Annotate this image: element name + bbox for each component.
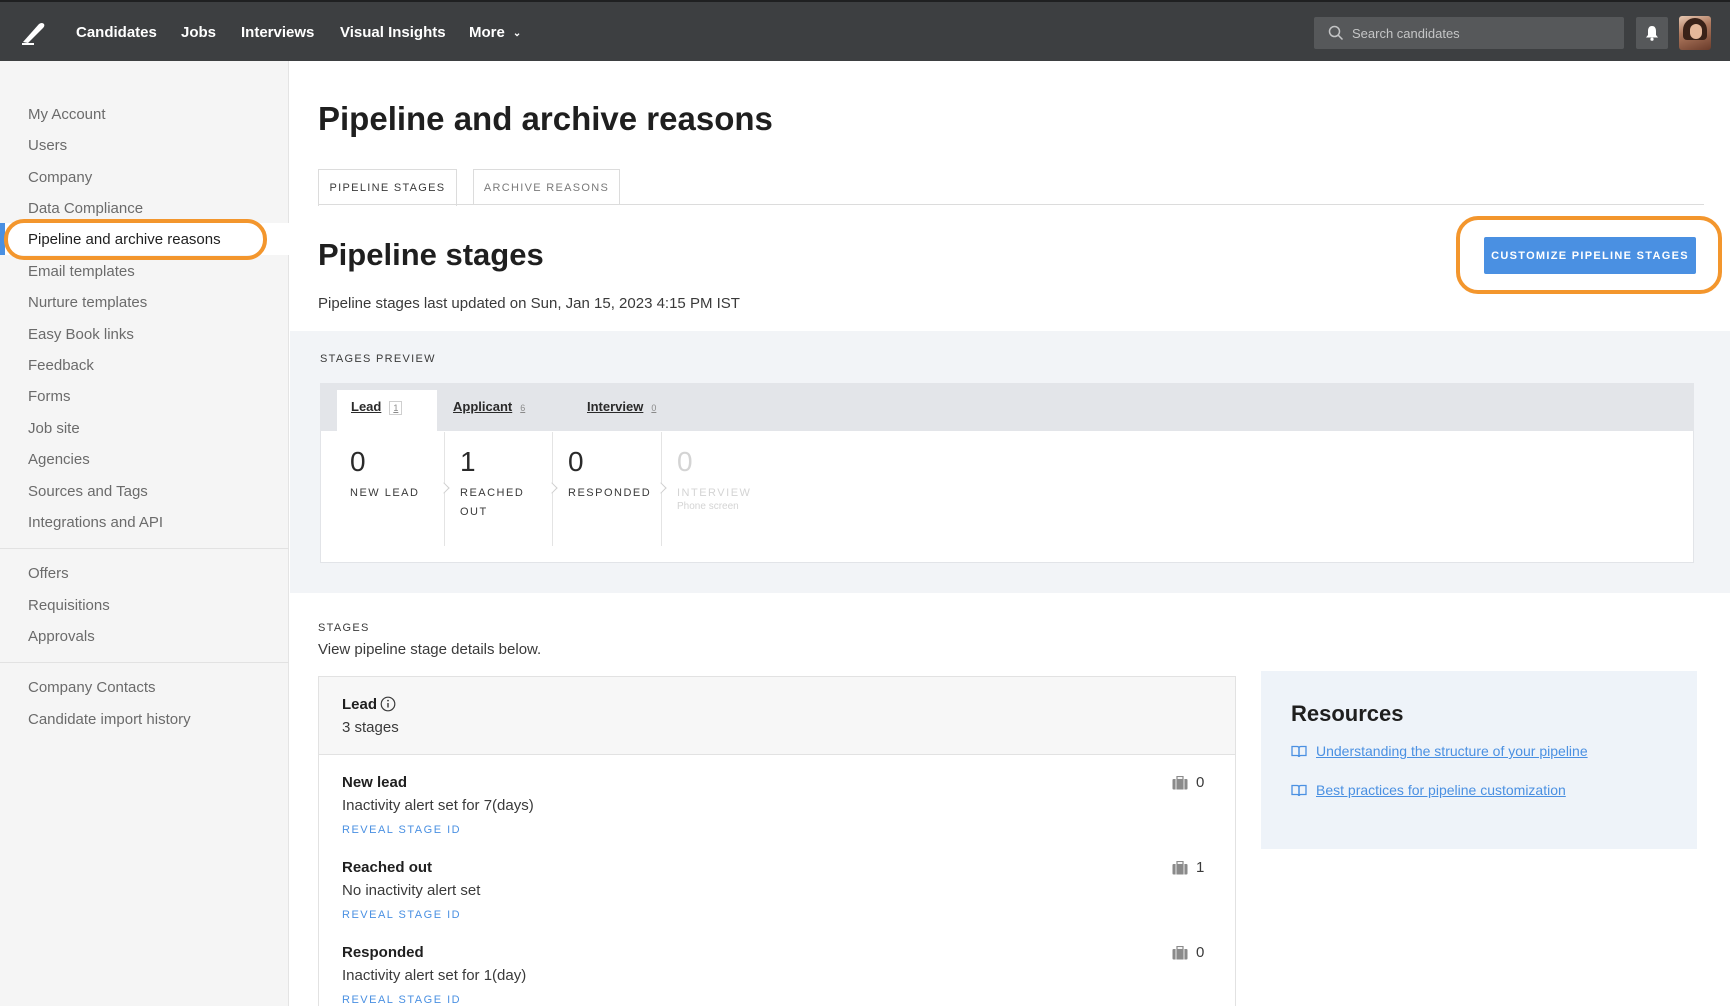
chevron-down-icon: ⌄ bbox=[512, 28, 522, 39]
nav-more[interactable]: More ⌄ bbox=[469, 24, 521, 41]
sidebar-item-job-site[interactable]: Job site bbox=[28, 420, 80, 437]
stage-row-alert: Inactivity alert set for 1(day) bbox=[342, 967, 527, 984]
stage-count: 1 bbox=[460, 446, 476, 477]
preview-tabs-bar bbox=[320, 383, 1694, 431]
stage-subtitle: Phone screen bbox=[677, 501, 739, 512]
sidebar-item-sources-tags[interactable]: Sources and Tags bbox=[28, 483, 148, 500]
nav-jobs[interactable]: Jobs bbox=[181, 24, 216, 41]
preview-stage-interview: 0 INTERVIEW Phone screen bbox=[677, 432, 787, 546]
preview-stage-reached-out: 1 REACHED OUT bbox=[460, 432, 550, 546]
stage-count: 0 bbox=[350, 446, 366, 477]
pipeline-stages-title: Pipeline stages bbox=[318, 237, 544, 272]
sidebar-divider bbox=[0, 548, 289, 549]
preview-tab-count: 1 bbox=[389, 401, 403, 415]
resource-link-text: Understanding the structure of your pipe… bbox=[1316, 743, 1588, 759]
stages-preview-label: STAGES PREVIEW bbox=[320, 353, 436, 365]
sidebar-item-requisitions[interactable]: Requisitions bbox=[28, 597, 110, 614]
tab-archive-reasons[interactable]: ARCHIVE REASONS bbox=[473, 169, 620, 205]
stage-group-count: 3 stages bbox=[342, 719, 399, 736]
stage-row-name: Reached out bbox=[342, 859, 433, 876]
highlight-ring-sidebar bbox=[4, 219, 267, 260]
reveal-stage-id-link[interactable]: REVEAL STAGE ID bbox=[342, 824, 461, 836]
briefcase-icon bbox=[1172, 946, 1188, 960]
preview-tab-label: Applicant bbox=[453, 399, 513, 414]
preview-tab-label: Interview bbox=[587, 399, 644, 414]
sidebar-item-nurture-templates[interactable]: Nurture templates bbox=[28, 294, 147, 311]
sidebar-item-email-templates[interactable]: Email templates bbox=[28, 263, 135, 280]
stage-name: REACHED OUT bbox=[460, 487, 525, 518]
stage-name: NEW LEAD bbox=[350, 487, 420, 499]
search-input[interactable] bbox=[1352, 17, 1612, 49]
sidebar-item-easy-book-links[interactable]: Easy Book links bbox=[28, 326, 134, 343]
stage-row-count: 0 bbox=[1196, 774, 1205, 791]
stages-label: STAGES bbox=[318, 622, 370, 634]
avatar[interactable] bbox=[1679, 16, 1711, 50]
sidebar-item-integrations-api[interactable]: Integrations and API bbox=[28, 514, 163, 531]
nav-interviews[interactable]: Interviews bbox=[241, 24, 314, 41]
tab-pipeline-stages[interactable]: PIPELINE STAGES bbox=[318, 169, 457, 206]
stages-group-header bbox=[319, 677, 1235, 755]
sidebar-item-approvals[interactable]: Approvals bbox=[28, 628, 95, 645]
search-box[interactable] bbox=[1314, 17, 1624, 49]
stage-row-alert: Inactivity alert set for 7(days) bbox=[342, 797, 534, 814]
highlight-ring-customize bbox=[1456, 216, 1722, 294]
lever-logo-icon[interactable] bbox=[20, 20, 46, 46]
preview-tab-lead[interactable]: Lead 1 bbox=[351, 399, 403, 415]
resource-link-pipeline-structure[interactable]: Understanding the structure of your pipe… bbox=[1291, 743, 1588, 759]
stage-row-name: New lead bbox=[342, 774, 408, 791]
preview-tab-interview[interactable]: Interview 0 bbox=[587, 399, 656, 414]
page-title: Pipeline and archive reasons bbox=[318, 100, 773, 137]
sidebar-item-company-contacts[interactable]: Company Contacts bbox=[28, 679, 156, 696]
sidebar-item-users[interactable]: Users bbox=[28, 137, 67, 154]
resources-title: Resources bbox=[1291, 701, 1404, 726]
sidebar-item-candidate-import-history[interactable]: Candidate import history bbox=[28, 711, 191, 728]
info-icon[interactable] bbox=[380, 696, 396, 712]
stage-count: 0 bbox=[568, 446, 584, 477]
resource-link-text: Best practices for pipeline customizatio… bbox=[1316, 782, 1566, 798]
last-updated-text: Pipeline stages last updated on Sun, Jan… bbox=[318, 295, 740, 312]
preview-tab-count: 0 bbox=[651, 403, 657, 413]
preview-stage-responded: 0 RESPONDED bbox=[568, 432, 664, 546]
book-icon bbox=[1291, 784, 1307, 796]
stages-description: View pipeline stage details below. bbox=[318, 641, 542, 658]
sidebar-item-forms[interactable]: Forms bbox=[28, 388, 71, 405]
notifications-button[interactable] bbox=[1636, 17, 1668, 49]
stage-row-alert: No inactivity alert set bbox=[342, 882, 481, 899]
resource-link-best-practices[interactable]: Best practices for pipeline customizatio… bbox=[1291, 782, 1566, 798]
preview-tab-count: 6 bbox=[520, 403, 526, 413]
nav-visual-insights[interactable]: Visual Insights bbox=[340, 24, 446, 41]
reveal-stage-id-link[interactable]: REVEAL STAGE ID bbox=[342, 909, 461, 921]
briefcase-icon bbox=[1172, 861, 1188, 875]
nav-candidates[interactable]: Candidates bbox=[76, 24, 157, 41]
sidebar-item-offers[interactable]: Offers bbox=[28, 565, 69, 582]
sidebar-item-my-account[interactable]: My Account bbox=[28, 106, 106, 123]
sidebar-item-agencies[interactable]: Agencies bbox=[28, 451, 90, 468]
bell-icon bbox=[1646, 26, 1658, 41]
top-nav: Candidates Jobs Interviews Visual Insigh… bbox=[0, 0, 1730, 61]
sidebar-item-data-compliance[interactable]: Data Compliance bbox=[28, 200, 143, 217]
sidebar-item-feedback[interactable]: Feedback bbox=[28, 357, 94, 374]
resources-panel bbox=[1261, 671, 1697, 849]
briefcase-icon bbox=[1172, 776, 1188, 790]
preview-tab-label: Lead bbox=[351, 399, 382, 414]
stage-row-count: 1 bbox=[1196, 859, 1205, 876]
sidebar-divider bbox=[0, 662, 289, 663]
sidebar-item-company[interactable]: Company bbox=[28, 169, 92, 186]
stage-count: 0 bbox=[677, 446, 693, 477]
preview-tab-applicant[interactable]: Applicant 6 bbox=[453, 399, 525, 414]
search-icon bbox=[1328, 25, 1344, 41]
preview-stage-new-lead: 0 NEW LEAD bbox=[350, 432, 440, 546]
stage-row-count: 0 bbox=[1196, 944, 1205, 961]
book-icon bbox=[1291, 745, 1307, 757]
tab-underline bbox=[318, 204, 1704, 205]
stage-name: RESPONDED bbox=[568, 487, 652, 499]
stage-row-name: Responded bbox=[342, 944, 424, 961]
sidebar: My Account Users Company Data Compliance… bbox=[0, 61, 289, 1006]
reveal-stage-id-link[interactable]: REVEAL STAGE ID bbox=[342, 994, 461, 1006]
stage-group-name: Lead bbox=[342, 696, 378, 713]
nav-more-label: More bbox=[469, 24, 505, 41]
